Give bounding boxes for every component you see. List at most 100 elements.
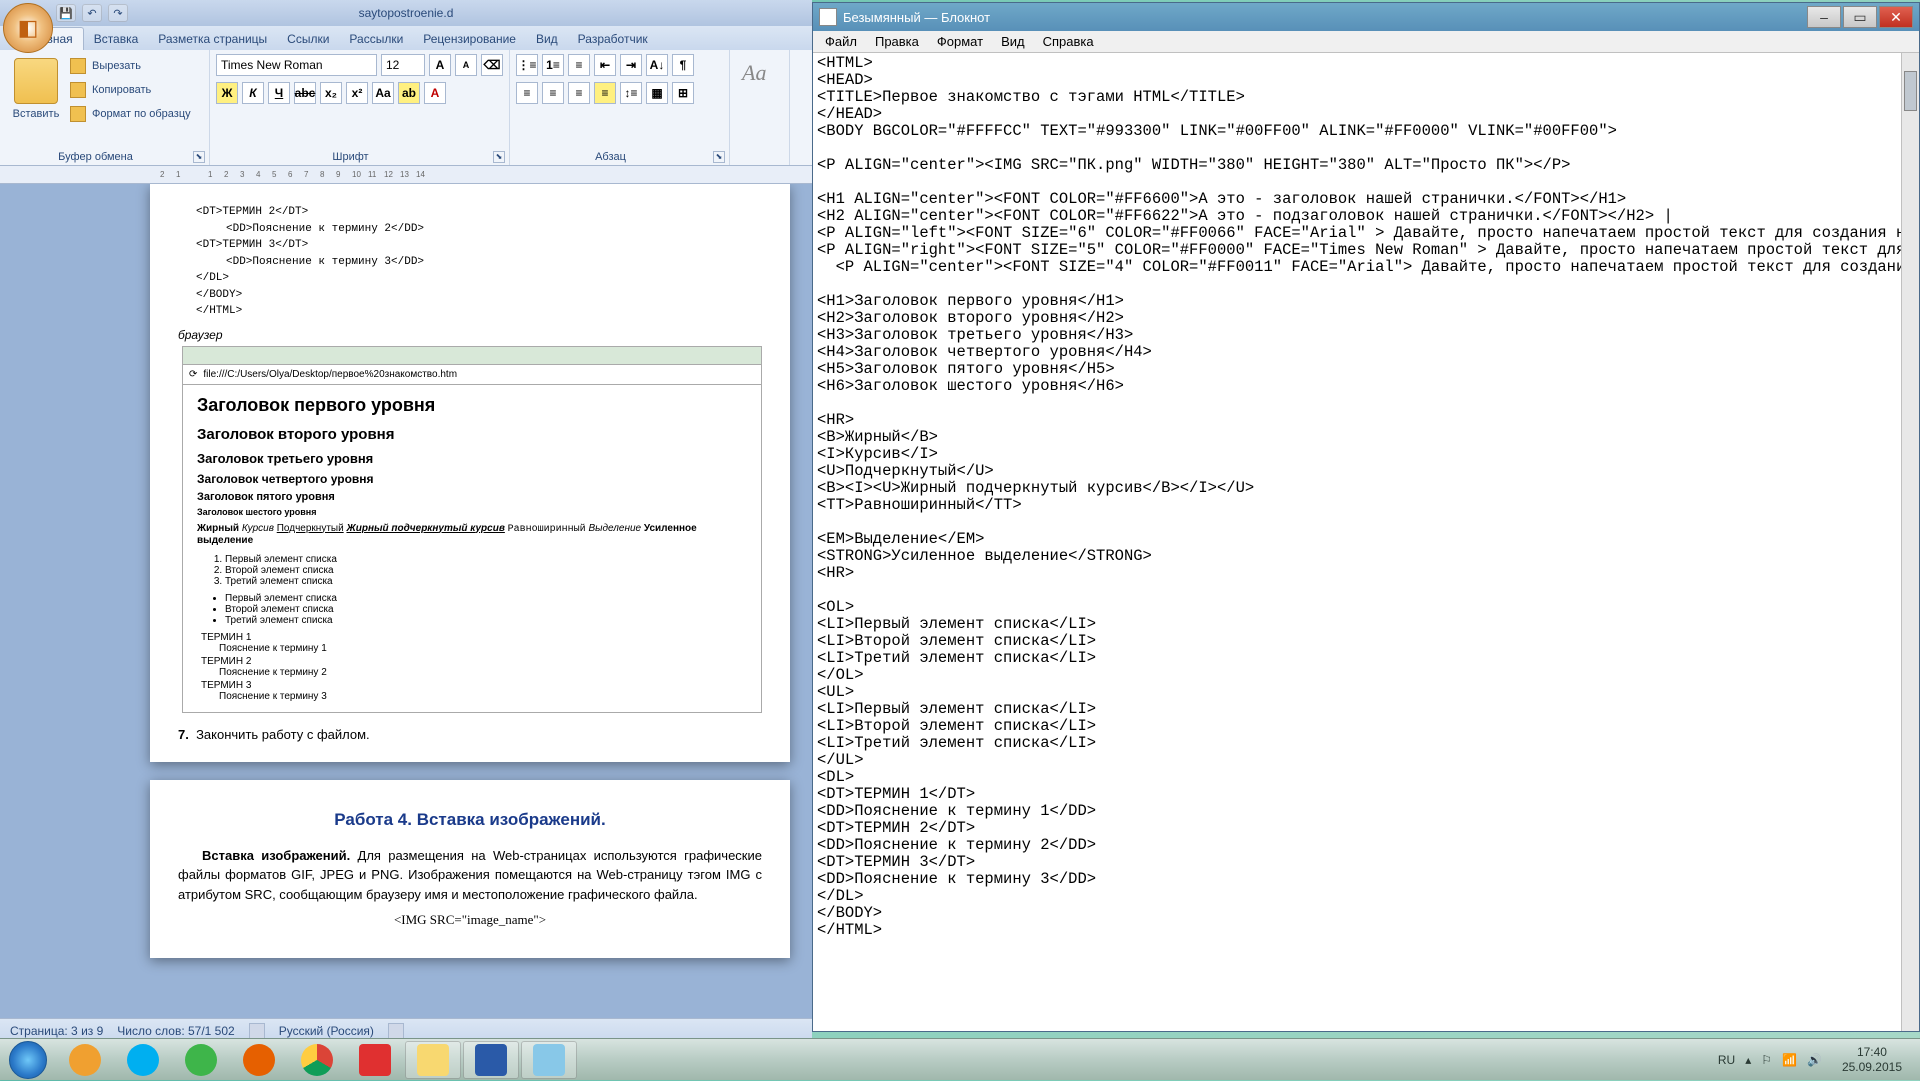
em-sample: Выделение <box>588 523 641 534</box>
macro-icon[interactable] <box>388 1023 404 1039</box>
underline-button[interactable]: Ч <box>268 82 290 104</box>
menu-help[interactable]: Справка <box>1035 32 1102 51</box>
ruler-mark: 5 <box>272 170 288 179</box>
browser-body: Заголовок первого уровня Заголовок второ… <box>183 385 761 712</box>
style-preview[interactable]: Aa <box>736 54 783 92</box>
notepad-textarea[interactable]: <HTML> <HEAD> <TITLE>Первое знакомство с… <box>813 53 1901 1031</box>
language-status[interactable]: Русский (Россия) <box>279 1024 374 1038</box>
word-title: saytopostroenie.d <box>359 6 454 20</box>
align-left-button[interactable]: ≡ <box>516 82 538 104</box>
volume-icon[interactable]: 🔊 <box>1807 1053 1822 1067</box>
scrollbar-thumb[interactable] <box>1904 71 1917 111</box>
format-line: Жирный Курсив Подчеркнутый Жирный подчер… <box>197 523 747 546</box>
indent-dec-button[interactable]: ⇤ <box>594 54 616 76</box>
document-area[interactable]: <DT>ТЕРМИН 2</DT> <DD>Пояснение к термин… <box>0 184 812 1018</box>
network-icon[interactable]: 📶 <box>1782 1053 1797 1067</box>
notepad-scrollbar[interactable] <box>1901 53 1919 1031</box>
taskbar-ccleaner[interactable] <box>347 1041 403 1079</box>
font-size-combo[interactable]: 12 <box>381 54 425 76</box>
tab-view[interactable]: Вид <box>526 28 568 50</box>
taskbar-explorer[interactable] <box>405 1041 461 1079</box>
grow-font-button[interactable]: A <box>429 54 451 76</box>
code-line: <DD>Пояснение к термину 3</DD> <box>226 254 762 271</box>
font-dialog-icon[interactable]: ⬊ <box>493 151 505 163</box>
browser-tabbar <box>183 347 761 365</box>
undo-icon[interactable]: ↶ <box>82 4 102 22</box>
para-head: Вставка изображений. <box>202 848 350 863</box>
bold-button[interactable]: Ж <box>216 82 238 104</box>
menu-format[interactable]: Формат <box>929 32 991 51</box>
redo-icon[interactable]: ↷ <box>108 4 128 22</box>
flag-icon[interactable]: ⚐ <box>1761 1053 1772 1067</box>
maximize-button[interactable]: ▭ <box>1843 6 1877 28</box>
start-button[interactable] <box>0 1039 56 1081</box>
borders-button[interactable]: ⊞ <box>672 82 694 104</box>
tab-layout[interactable]: Разметка страницы <box>148 28 277 50</box>
sort-button[interactable]: A↓ <box>646 54 668 76</box>
highlight-button[interactable]: ab <box>398 82 420 104</box>
tray-clock[interactable]: 17:40 25.09.2015 <box>1832 1045 1912 1074</box>
tab-review[interactable]: Рецензирование <box>413 28 526 50</box>
ruler[interactable]: 2 1 1 2 3 4 5 6 7 8 9 10 11 12 13 14 <box>0 166 812 184</box>
indent-inc-button[interactable]: ⇥ <box>620 54 642 76</box>
tab-insert[interactable]: Вставка <box>84 28 149 50</box>
clipboard-dialog-icon[interactable]: ⬊ <box>193 151 205 163</box>
dl-def: Пояснение к термину 1 <box>219 643 747 654</box>
minimize-button[interactable]: – <box>1807 6 1841 28</box>
taskbar-word[interactable] <box>463 1041 519 1079</box>
page-status[interactable]: Страница: 3 из 9 <box>10 1024 103 1038</box>
align-center-button[interactable]: ≡ <box>542 82 564 104</box>
list-item: Третий элемент списка <box>225 576 747 587</box>
font-name-combo[interactable]: Times New Roman <box>216 54 377 76</box>
taskbar-utorrent[interactable] <box>173 1041 229 1079</box>
code-line: <DT>ТЕРМИН 3</DT> <box>196 237 762 254</box>
word-icon <box>475 1044 507 1076</box>
paste-label: Вставить <box>13 108 60 120</box>
shrink-font-button[interactable]: A <box>455 54 477 76</box>
office-button[interactable]: ◧ <box>3 3 53 53</box>
strike-button[interactable]: abc <box>294 82 316 104</box>
list-item: Первый элемент списка <box>225 593 747 604</box>
justify-button[interactable]: ≡ <box>594 82 616 104</box>
align-right-button[interactable]: ≡ <box>568 82 590 104</box>
format-label: Формат по образцу <box>92 108 191 120</box>
cut-button[interactable]: Вырезать <box>70 56 191 76</box>
taskbar-notepad[interactable] <box>521 1041 577 1079</box>
menu-view[interactable]: Вид <box>993 32 1033 51</box>
change-case-button[interactable]: Aa <box>372 82 394 104</box>
notepad-titlebar[interactable]: Безымянный — Блокнот – ▭ ✕ <box>813 3 1919 31</box>
clear-formatting-button[interactable]: ⌫ <box>481 54 503 76</box>
tray-chevron-icon[interactable]: ▴ <box>1745 1053 1751 1067</box>
language-indicator[interactable]: RU <box>1718 1053 1735 1067</box>
taskbar-chrome[interactable] <box>289 1041 345 1079</box>
word-count-status[interactable]: Число слов: 57/1 502 <box>117 1024 234 1038</box>
save-icon[interactable]: 💾 <box>56 4 76 22</box>
spell-check-icon[interactable] <box>249 1023 265 1039</box>
copy-button[interactable]: Копировать <box>70 80 191 100</box>
format-painter-button[interactable]: Формат по образцу <box>70 104 191 124</box>
browser-preview: ⟳ file:///C:/Users/Olya/Desktop/первое%2… <box>182 346 762 713</box>
code-line: </DL> <box>196 270 762 287</box>
subscript-button[interactable]: x₂ <box>320 82 342 104</box>
taskbar-skype[interactable] <box>115 1041 171 1079</box>
paste-button[interactable]: Вставить <box>6 54 66 142</box>
system-tray: RU ▴ ⚐ 📶 🔊 17:40 25.09.2015 <box>1710 1045 1920 1074</box>
tab-developer[interactable]: Разработчик <box>568 28 658 50</box>
tab-links[interactable]: Ссылки <box>277 28 339 50</box>
shading-button[interactable]: ▦ <box>646 82 668 104</box>
menu-file[interactable]: Файл <box>817 32 865 51</box>
font-color-button[interactable]: A <box>424 82 446 104</box>
paragraph-dialog-icon[interactable]: ⬊ <box>713 151 725 163</box>
menu-edit[interactable]: Правка <box>867 32 927 51</box>
multilevel-button[interactable]: ≡ <box>568 54 590 76</box>
numbering-button[interactable]: 1≡ <box>542 54 564 76</box>
line-spacing-button[interactable]: ↕≡ <box>620 82 642 104</box>
tab-mailings[interactable]: Рассылки <box>339 28 413 50</box>
close-button[interactable]: ✕ <box>1879 6 1913 28</box>
bullets-button[interactable]: ⋮≡ <box>516 54 538 76</box>
taskbar-media-player[interactable] <box>57 1041 113 1079</box>
italic-button[interactable]: К <box>242 82 264 104</box>
show-marks-button[interactable]: ¶ <box>672 54 694 76</box>
taskbar-firefox[interactable] <box>231 1041 287 1079</box>
superscript-button[interactable]: x² <box>346 82 368 104</box>
